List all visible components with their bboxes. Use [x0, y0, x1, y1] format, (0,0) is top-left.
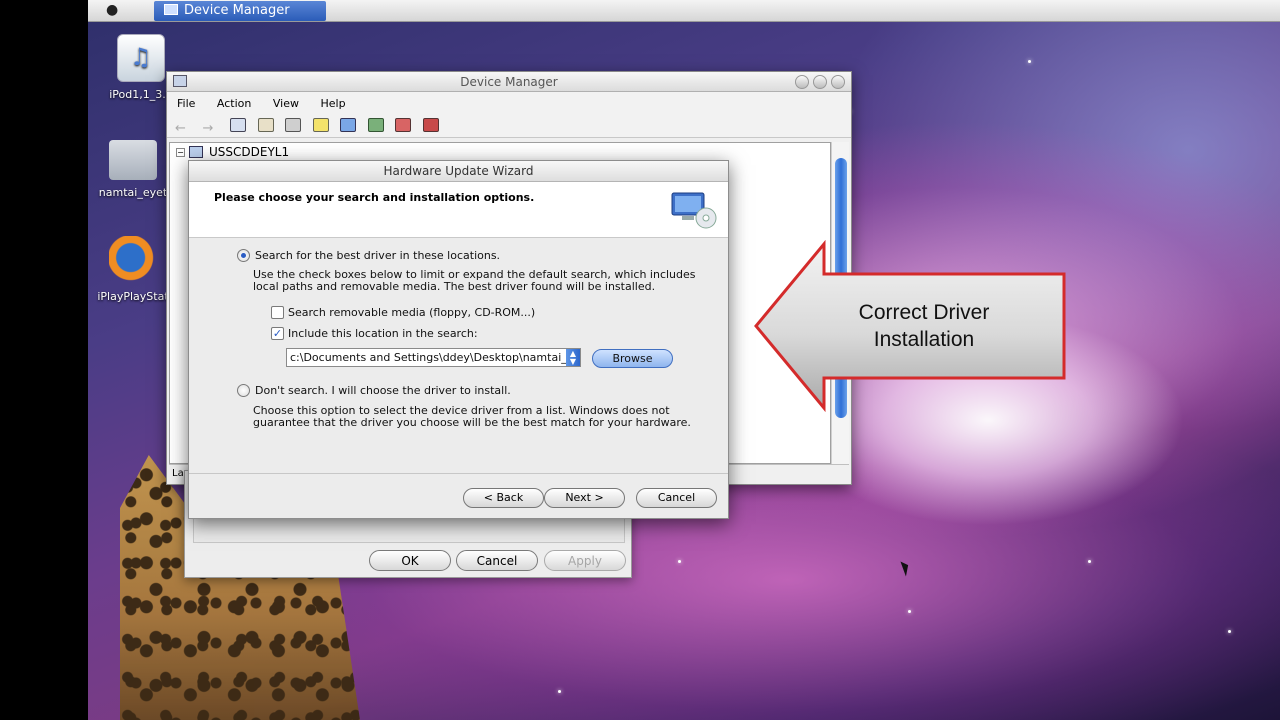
forward-arrow-icon[interactable]: → — [203, 122, 219, 137]
wizard-heading: Please choose your search and installati… — [214, 191, 535, 204]
wizard-title: Hardware Update Wizard — [383, 164, 534, 178]
folder-icon — [109, 140, 157, 180]
close-button[interactable] — [831, 75, 845, 89]
callout-line-2: Installation — [873, 328, 975, 351]
star — [1028, 60, 1031, 63]
callout-line-1: Correct Driver — [858, 301, 990, 324]
star — [678, 560, 681, 563]
desktop-icon-label: iPod1,1_3.0 — [109, 88, 173, 101]
menu-help[interactable]: Help — [320, 97, 345, 110]
device-manager-titlebar[interactable]: Device Manager — [167, 72, 851, 92]
cancel-button[interactable]: Cancel — [456, 550, 538, 571]
show-hide-tree-icon[interactable] — [230, 118, 246, 132]
checkbox-removable-media[interactable] — [271, 306, 284, 319]
star — [1228, 630, 1231, 633]
menubar: ● Device Manager — [88, 0, 1280, 22]
computer-icon — [173, 75, 187, 87]
radio-dont-search-label: Don't search. I will choose the driver t… — [255, 384, 511, 397]
menu-action[interactable]: Action — [217, 97, 251, 110]
radio-dont-search[interactable] — [237, 384, 250, 397]
checkbox-location-label: Include this location in the search: — [288, 327, 478, 340]
maximize-button[interactable] — [813, 75, 827, 89]
desktop-icon-label: iPlayPlayStat — [97, 290, 169, 303]
tree-item-label: USSCDDEYL1 — [209, 145, 290, 159]
itunes-icon — [117, 34, 165, 82]
apply-button[interactable]: Apply — [544, 550, 626, 571]
toolbar: ← → — [167, 114, 851, 138]
location-path-value: c:\Documents and Settings\ddey\Desktop\n… — [290, 351, 574, 364]
disable-device-icon[interactable] — [395, 118, 411, 132]
letterbox-left — [0, 0, 88, 720]
hardware-update-wizard: Hardware Update Wizard Please choose you… — [188, 160, 729, 519]
browse-button[interactable]: Browse — [592, 349, 673, 368]
help-icon[interactable] — [312, 118, 329, 132]
window-title: Device Manager — [460, 75, 558, 89]
desktop-icon-label: namtai_eyet — [98, 186, 168, 199]
update-driver-icon[interactable] — [367, 118, 384, 132]
firefox-icon — [109, 236, 157, 284]
properties-icon[interactable] — [257, 118, 274, 132]
combobox-arrow-icon[interactable]: ▲ ▼ — [566, 349, 580, 366]
computer-icon — [164, 4, 178, 15]
back-button[interactable]: < Back — [463, 488, 544, 508]
star — [558, 690, 561, 693]
radio-search-best-driver[interactable] — [237, 249, 250, 262]
menu-bar: File Action View Help — [167, 92, 851, 114]
search-description: Use the check boxes below to limit or ex… — [253, 268, 696, 293]
next-button[interactable]: Next > — [544, 488, 625, 508]
taskbar-item-label: Device Manager — [184, 3, 290, 18]
minimize-button[interactable] — [795, 75, 809, 89]
ok-button[interactable]: OK — [369, 550, 451, 571]
star — [908, 610, 911, 613]
desktop-icon-firefox[interactable]: iPlayPlayStat — [88, 236, 178, 303]
hardware-cd-icon — [671, 192, 717, 229]
location-path-combobox[interactable]: c:\Documents and Settings\ddey\Desktop\n… — [286, 348, 581, 367]
computer-icon — [189, 146, 203, 158]
menu-view[interactable]: View — [273, 97, 299, 110]
wizard-header: Please choose your search and installati… — [189, 182, 728, 238]
print-icon[interactable] — [285, 118, 301, 132]
back-arrow-icon[interactable]: ← — [175, 122, 191, 137]
wizard-separator — [189, 473, 728, 474]
callout-text: Correct Driver Installation — [838, 299, 1010, 353]
apple-menu-icon[interactable]: ● — [106, 2, 118, 18]
uninstall-device-icon[interactable] — [422, 118, 439, 132]
star — [1088, 560, 1091, 563]
collapse-icon[interactable]: − — [176, 148, 185, 157]
wizard-body: Search for the best driver in these loca… — [189, 239, 728, 471]
desktop-icon-folder[interactable]: namtai_eyet — [88, 132, 178, 199]
cancel-button[interactable]: Cancel — [636, 488, 717, 508]
taskbar-item-device-manager[interactable]: Device Manager — [154, 1, 326, 21]
checkbox-include-location[interactable]: ✓ — [271, 327, 284, 340]
radio-search-label: Search for the best driver in these loca… — [255, 249, 501, 262]
dont-search-description: Choose this option to select the device … — [253, 404, 691, 429]
wizard-titlebar[interactable]: Hardware Update Wizard — [189, 161, 728, 182]
menu-file[interactable]: File — [177, 97, 195, 110]
window-controls — [791, 75, 845, 92]
scan-hardware-icon[interactable] — [340, 118, 356, 132]
tree-item-computer[interactable]: − USSCDDEYL1 — [176, 145, 289, 159]
checkbox-removable-label: Search removable media (floppy, CD-ROM..… — [288, 306, 536, 319]
